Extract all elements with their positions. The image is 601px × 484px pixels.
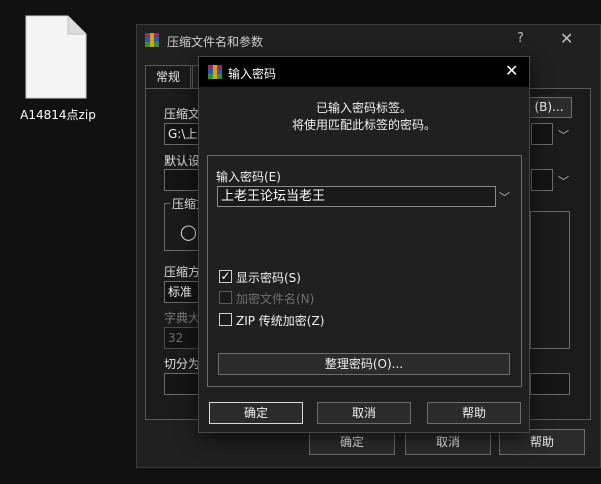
info-line-2: 将使用匹配此标签的密码。 bbox=[291, 118, 436, 132]
update-mode-field[interactable] bbox=[531, 169, 553, 191]
split-label: 切分为 bbox=[164, 357, 201, 371]
archive-name-label: 压缩文 bbox=[164, 107, 201, 121]
zip-legacy-label: ZIP 传统加密(Z) bbox=[236, 314, 325, 328]
browse-button[interactable]: (B)... bbox=[526, 97, 572, 118]
password-dialog: 输入密码 ✕ 已输入密码标签。 将使用匹配此标签的密码。 输入密码(E) 上老王… bbox=[198, 56, 530, 433]
encrypt-names-checkbox[interactable] bbox=[219, 291, 232, 304]
format-radio[interactable]: ◯ bbox=[180, 223, 197, 241]
help-icon[interactable]: ? bbox=[517, 31, 524, 46]
close-icon[interactable]: ✕ bbox=[505, 61, 518, 80]
archive-path-field-right[interactable] bbox=[531, 123, 553, 145]
zip-file-icon[interactable] bbox=[24, 14, 88, 100]
chevron-down-icon[interactable]: ﹀ bbox=[558, 127, 569, 143]
file-label: A14814点zip bbox=[20, 108, 96, 122]
pw-help-button[interactable]: 帮助 bbox=[427, 402, 521, 424]
show-password-checkbox[interactable]: ✓ bbox=[219, 270, 232, 283]
check-icon: ✓ bbox=[220, 269, 231, 283]
chevron-down-icon[interactable]: ﹀ bbox=[558, 173, 569, 189]
method-label: 压缩方 bbox=[164, 265, 201, 279]
encrypt-names-label: 加密文件名(N) bbox=[236, 292, 315, 306]
default-profile-label: 默认设 bbox=[164, 154, 201, 168]
pw-cancel-button[interactable]: 取消 bbox=[317, 402, 411, 424]
options-group bbox=[530, 211, 570, 349]
password-input[interactable]: 上老王论坛当老王 bbox=[217, 186, 496, 207]
dict-label: 字典大 bbox=[164, 311, 201, 325]
chevron-down-icon[interactable]: ﹀ bbox=[499, 189, 510, 205]
tab-general[interactable]: 常规 bbox=[145, 65, 191, 89]
profile-field[interactable] bbox=[164, 169, 202, 191]
organize-passwords-button[interactable]: 整理密码(O)... bbox=[218, 353, 510, 375]
zip-legacy-checkbox[interactable] bbox=[219, 313, 232, 326]
pw-ok-button[interactable]: 确定 bbox=[209, 402, 303, 424]
close-icon[interactable]: ✕ bbox=[560, 29, 573, 48]
bg-dialog-title: 压缩文件名和参数 bbox=[167, 35, 264, 49]
pw-titlebar: 输入密码 ✕ bbox=[199, 57, 529, 87]
pw-dialog-title: 输入密码 bbox=[228, 67, 277, 81]
split-right-field[interactable] bbox=[530, 373, 570, 395]
archive-path-field[interactable]: G:\上传 bbox=[164, 123, 202, 145]
winrar-app-icon bbox=[145, 33, 159, 47]
info-line-1: 已输入密码标签。 bbox=[315, 101, 412, 115]
bg-titlebar: 压缩文件名和参数 ? ✕ bbox=[137, 25, 600, 55]
enter-password-label: 输入密码(E) bbox=[216, 170, 281, 184]
show-password-label: 显示密码(S) bbox=[236, 271, 301, 285]
winrar-app-icon bbox=[208, 65, 222, 79]
